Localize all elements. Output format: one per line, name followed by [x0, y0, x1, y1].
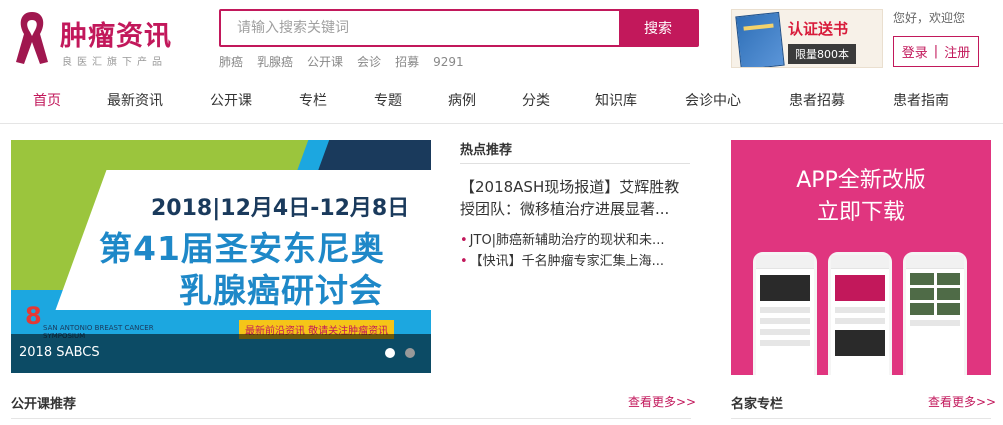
main-nav: 首页 最新资讯 公开课 专栏 专题 病例 分类 知识库 会诊中心 患者招募 患者… [0, 80, 1003, 124]
greeting-text: 您好，欢迎您 [893, 11, 966, 25]
search-button[interactable]: 搜索 [619, 11, 697, 45]
open-course-more-link[interactable]: 查看更多>> [628, 393, 696, 410]
banner-caption: 2018 SABCS [19, 345, 100, 360]
divider [11, 418, 691, 419]
phone-mockup [828, 252, 892, 375]
open-course-section-title: 公开课推荐 [11, 397, 77, 412]
brand-subtitle: 良医汇旗下产品 [62, 57, 167, 68]
experts-more-link[interactable]: 查看更多>> [928, 393, 996, 410]
hot-words: 肺癌 乳腺癌 公开课 会诊 招募 9291 [219, 53, 478, 70]
divider [460, 163, 690, 164]
nav-item-home[interactable]: 首页 [33, 90, 61, 110]
book-ad-title: 认证送书 [788, 20, 849, 38]
banner-title-line2: 乳腺癌研讨会 [179, 271, 383, 310]
hot-section-title: 热点推荐 [460, 143, 513, 158]
divider [731, 418, 991, 419]
ribbon-icon [16, 12, 48, 64]
nav-item-column[interactable]: 专栏 [299, 90, 327, 110]
site-logo[interactable]: 肿瘤资讯 良医汇旗下产品 [12, 8, 192, 68]
nav-item-open-course[interactable]: 公开课 [210, 90, 252, 110]
hot-word[interactable]: 乳腺癌 [257, 55, 293, 69]
nav-item-knowledge-base[interactable]: 知识库 [595, 90, 637, 110]
carousel-dot-2[interactable] [405, 348, 415, 358]
phone-mockup [903, 252, 967, 375]
list-item[interactable]: • JTO|肺癌新辅助治疗的现状和未... [460, 230, 694, 251]
book-ad-banner[interactable]: 认证送书 限量800本 [731, 9, 883, 68]
nav-item-topic[interactable]: 专题 [374, 90, 402, 110]
register-link[interactable]: 注册 [944, 42, 970, 61]
app-ad-line2: 立即下载 [816, 200, 905, 225]
nav-item-cases[interactable]: 病例 [448, 90, 476, 110]
list-item[interactable]: • 【快讯】千名肿瘤专家汇集上海... [460, 251, 694, 272]
bullet-icon: • [460, 233, 468, 248]
hot-word[interactable]: 公开课 [307, 55, 343, 69]
search-input[interactable] [221, 11, 619, 45]
banner-title-line1: 第41届圣安东尼奥 [99, 229, 385, 268]
nav-item-patient-recruit[interactable]: 患者招募 [789, 90, 845, 110]
auth-separator: | [933, 44, 939, 59]
bullet-icon: • [460, 254, 468, 269]
sabcs-logo-icon: 8 [25, 302, 42, 330]
nav-item-category[interactable]: 分类 [522, 90, 550, 110]
phone-mockup [753, 252, 817, 375]
login-link[interactable]: 登录 [902, 42, 928, 61]
banner-carousel[interactable]: 2018|12月4日-12月8日 第41届圣安东尼奥 乳腺癌研讨会 最新前沿资讯… [11, 140, 431, 373]
book-cover-image [735, 11, 785, 67]
nav-item-latest-news[interactable]: 最新资讯 [107, 90, 163, 110]
app-ad-line1: APP全新改版 [796, 168, 926, 193]
hot-word[interactable]: 9291 [433, 55, 464, 69]
experts-section-title: 名家专栏 [731, 397, 784, 412]
hot-list: • JTO|肺癌新辅助治疗的现状和未... • 【快讯】千名肿瘤专家汇集上海... [460, 230, 694, 272]
app-download-ad[interactable]: APP全新改版 立即下载 [731, 140, 991, 375]
banner-date: 2018|12月4日-12月8日 [151, 196, 410, 221]
hot-main-article[interactable]: 【2018ASH现场报道】艾辉胜教授团队：微移植治疗进展显著... [460, 176, 694, 220]
auth-box: 登录 | 注册 [893, 36, 979, 67]
brand-title: 肿瘤资讯 [60, 21, 172, 52]
search-box: 搜索 [219, 9, 699, 47]
banner-caption-bar: 2018 SABCS [11, 334, 431, 373]
nav-item-consultation[interactable]: 会诊中心 [685, 90, 741, 110]
hot-word[interactable]: 招募 [395, 55, 419, 69]
hot-list-item-text: 【快讯】千名肿瘤专家汇集上海... [469, 254, 665, 269]
hot-word[interactable]: 肺癌 [219, 55, 243, 69]
hot-word[interactable]: 会诊 [357, 55, 381, 69]
book-ad-tag: 限量800本 [788, 44, 856, 64]
carousel-dot-1[interactable] [385, 348, 395, 358]
nav-item-patient-guide[interactable]: 患者指南 [893, 90, 949, 110]
hot-list-item-text: JTO|肺癌新辅助治疗的现状和未... [469, 233, 665, 248]
